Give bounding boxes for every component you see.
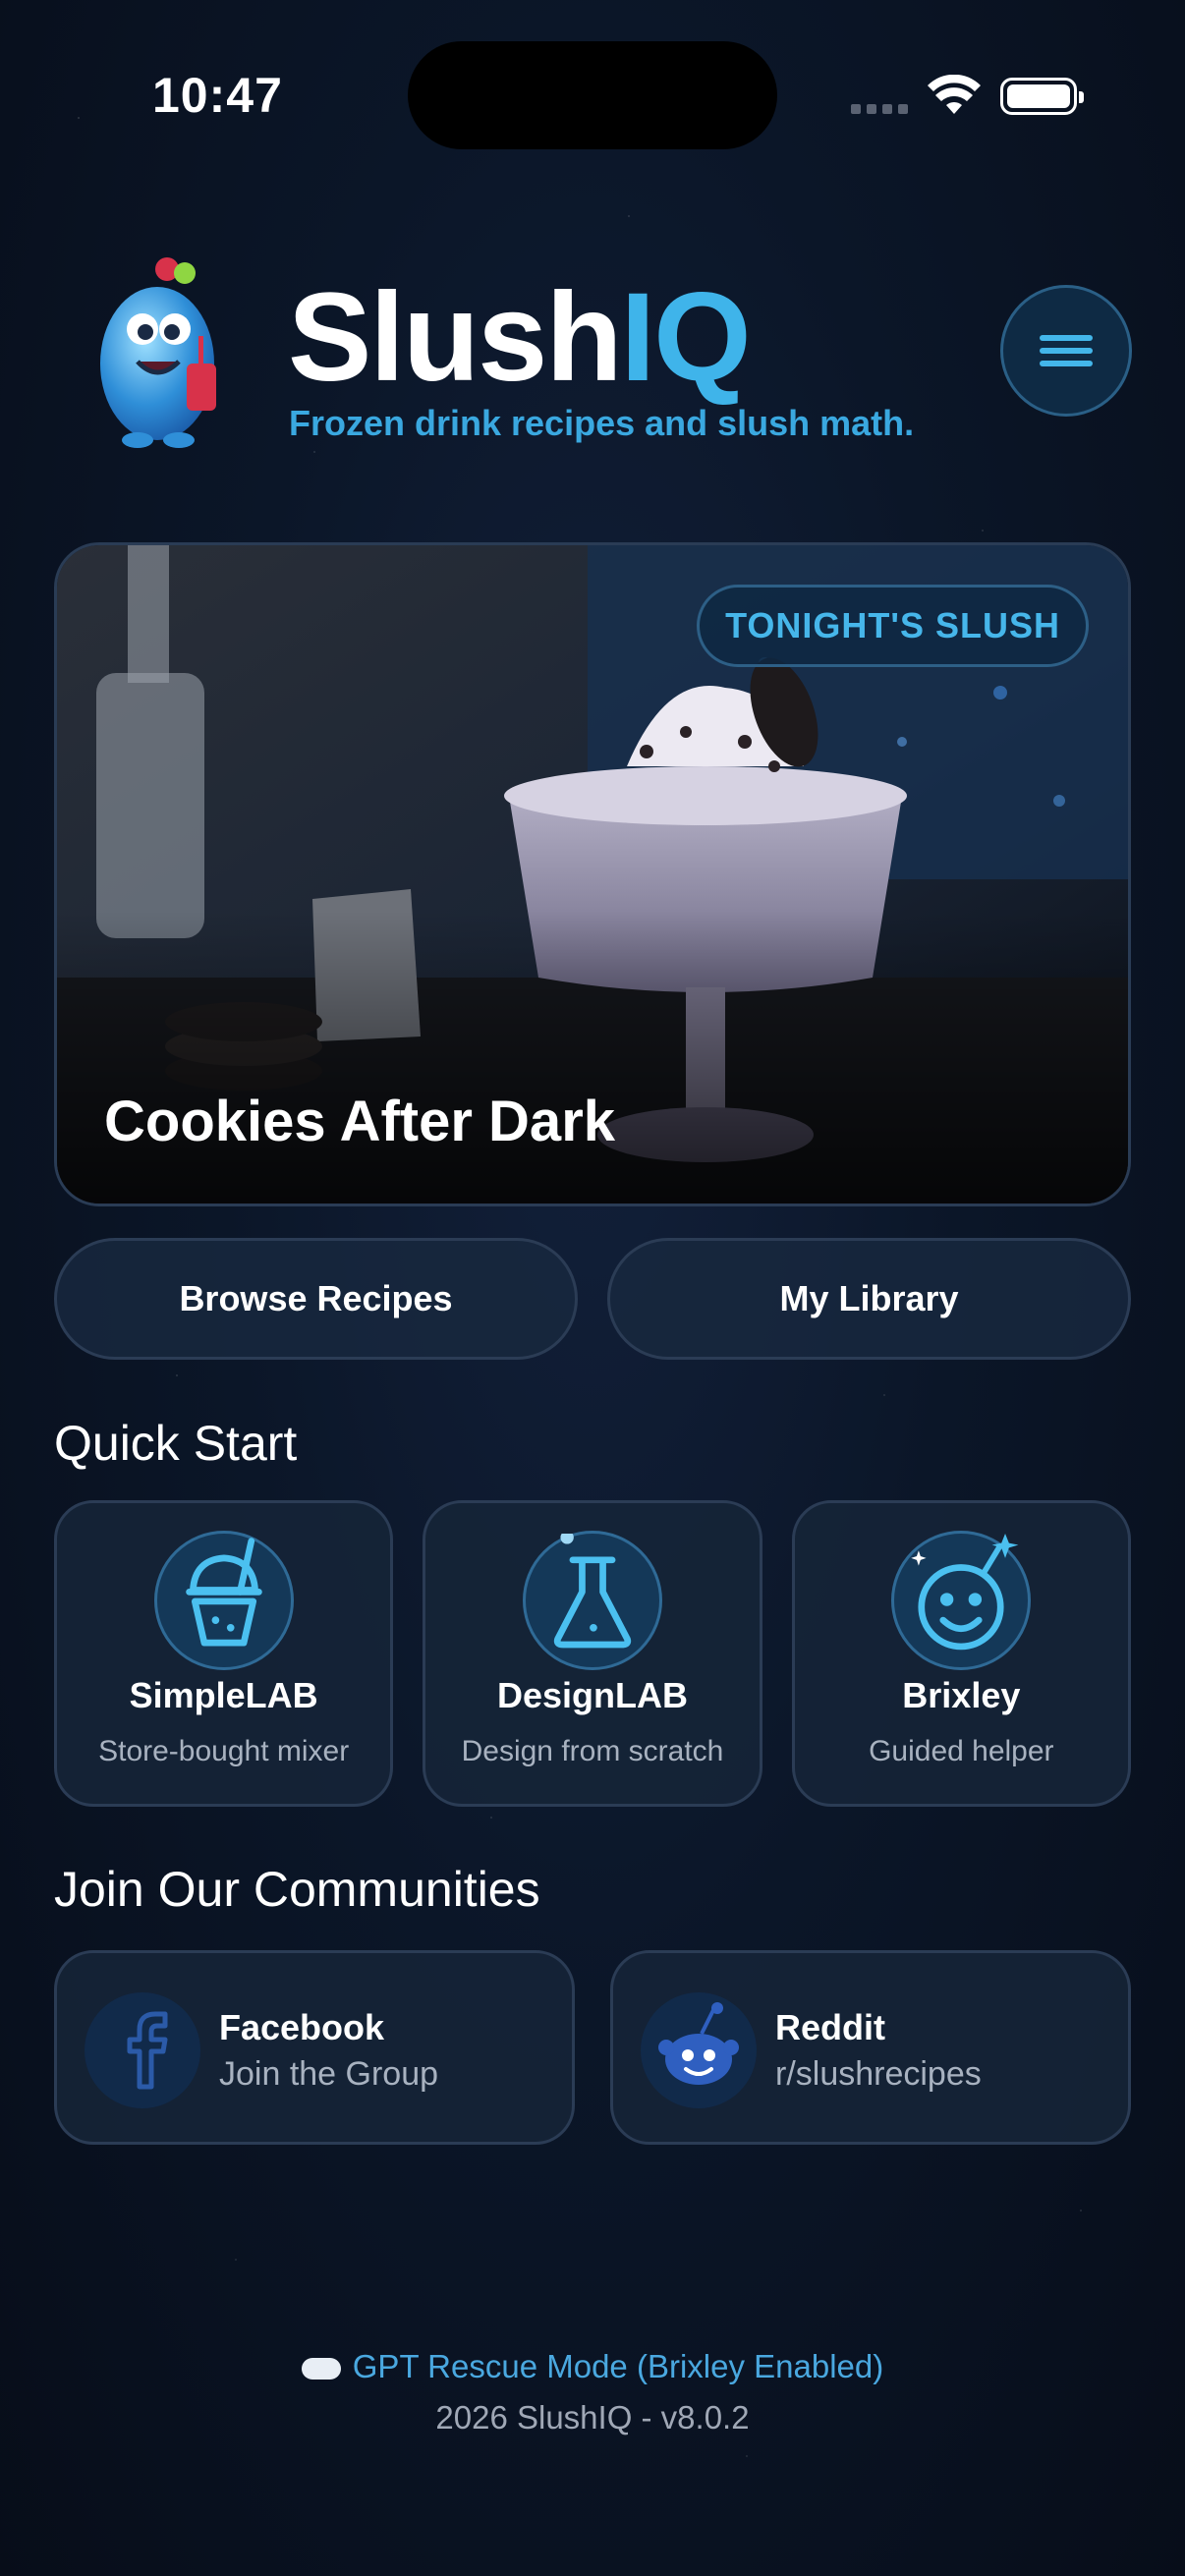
flask-icon [522, 1531, 662, 1670]
slush-cup-icon [153, 1531, 294, 1670]
status-time: 10:47 [152, 68, 283, 123]
facebook-community-card[interactable]: Facebook Join the Group [54, 1950, 575, 2145]
community-title: Reddit [775, 2007, 885, 2047]
status-bar: 10:47 [0, 0, 1185, 149]
app-tagline: Frozen drink recipes and slush math. [289, 403, 915, 443]
communities-heading: Join Our Communities [54, 1862, 540, 1917]
communities-row: Facebook Join the Group Reddit r/slushre… [54, 1950, 1131, 2145]
mascot-logo [100, 257, 216, 448]
quick-start-subtitle: Design from scratch [461, 1735, 724, 1767]
brixley-face-icon [891, 1531, 1032, 1670]
quick-start-label: DesignLAB [496, 1675, 688, 1715]
app-header: SlushIQ Frozen drink recipes and slush m… [0, 246, 1185, 462]
facebook-icon [85, 1992, 200, 2108]
browse-recipes-button[interactable]: Browse Recipes [54, 1238, 578, 1360]
quick-start-designlab[interactable]: DesignLAB Design from scratch [423, 1500, 762, 1807]
featured-recipe-title: Cookies After Dark [104, 1090, 616, 1153]
menu-button[interactable] [1000, 285, 1132, 417]
hamburger-icon [1040, 335, 1093, 366]
quick-start-subtitle: Store-bought mixer [98, 1735, 350, 1767]
community-title: Facebook [219, 2007, 385, 2047]
quick-start-simplelab[interactable]: SimpleLAB Store-bought mixer [54, 1500, 394, 1807]
rescue-mode-label: GPT Rescue Mode (Brixley Enabled) [352, 2348, 884, 2384]
reddit-icon [641, 1992, 757, 2108]
primary-actions: Browse Recipes My Library [54, 1238, 1131, 1360]
gpt-rescue-mode-link[interactable]: GPT Rescue Mode (Brixley Enabled) [0, 2348, 1185, 2385]
quick-start-brixley[interactable]: Brixley Guided helper [791, 1500, 1131, 1807]
cellular-signal-icon [851, 104, 908, 114]
quick-start-row: SimpleLAB Store-bought mixer DesignLAB D… [54, 1500, 1131, 1807]
featured-recipe-card[interactable]: TONIGHT'S SLUSH Cookies After Dark [54, 542, 1131, 1206]
community-subtitle: Join the Group [219, 2055, 439, 2093]
quick-start-heading: Quick Start [54, 1416, 298, 1471]
quick-start-label: Brixley [902, 1675, 1021, 1715]
my-library-button[interactable]: My Library [607, 1238, 1131, 1360]
community-subtitle: r/slushrecipes [775, 2055, 982, 2093]
quick-start-subtitle: Guided helper [869, 1735, 1054, 1767]
quick-start-label: SimpleLAB [129, 1675, 318, 1715]
app-title: SlushIQ [288, 267, 752, 408]
battery-icon [1000, 78, 1084, 115]
cloud-icon [301, 2358, 341, 2380]
reddit-community-card[interactable]: Reddit r/slushrecipes [610, 1950, 1131, 2145]
wifi-icon [928, 75, 981, 114]
dynamic-island [408, 41, 777, 149]
app-version: 2026 SlushIQ - v8.0.2 [435, 2399, 750, 2436]
tonights-slush-badge: TONIGHT'S SLUSH [697, 585, 1089, 667]
